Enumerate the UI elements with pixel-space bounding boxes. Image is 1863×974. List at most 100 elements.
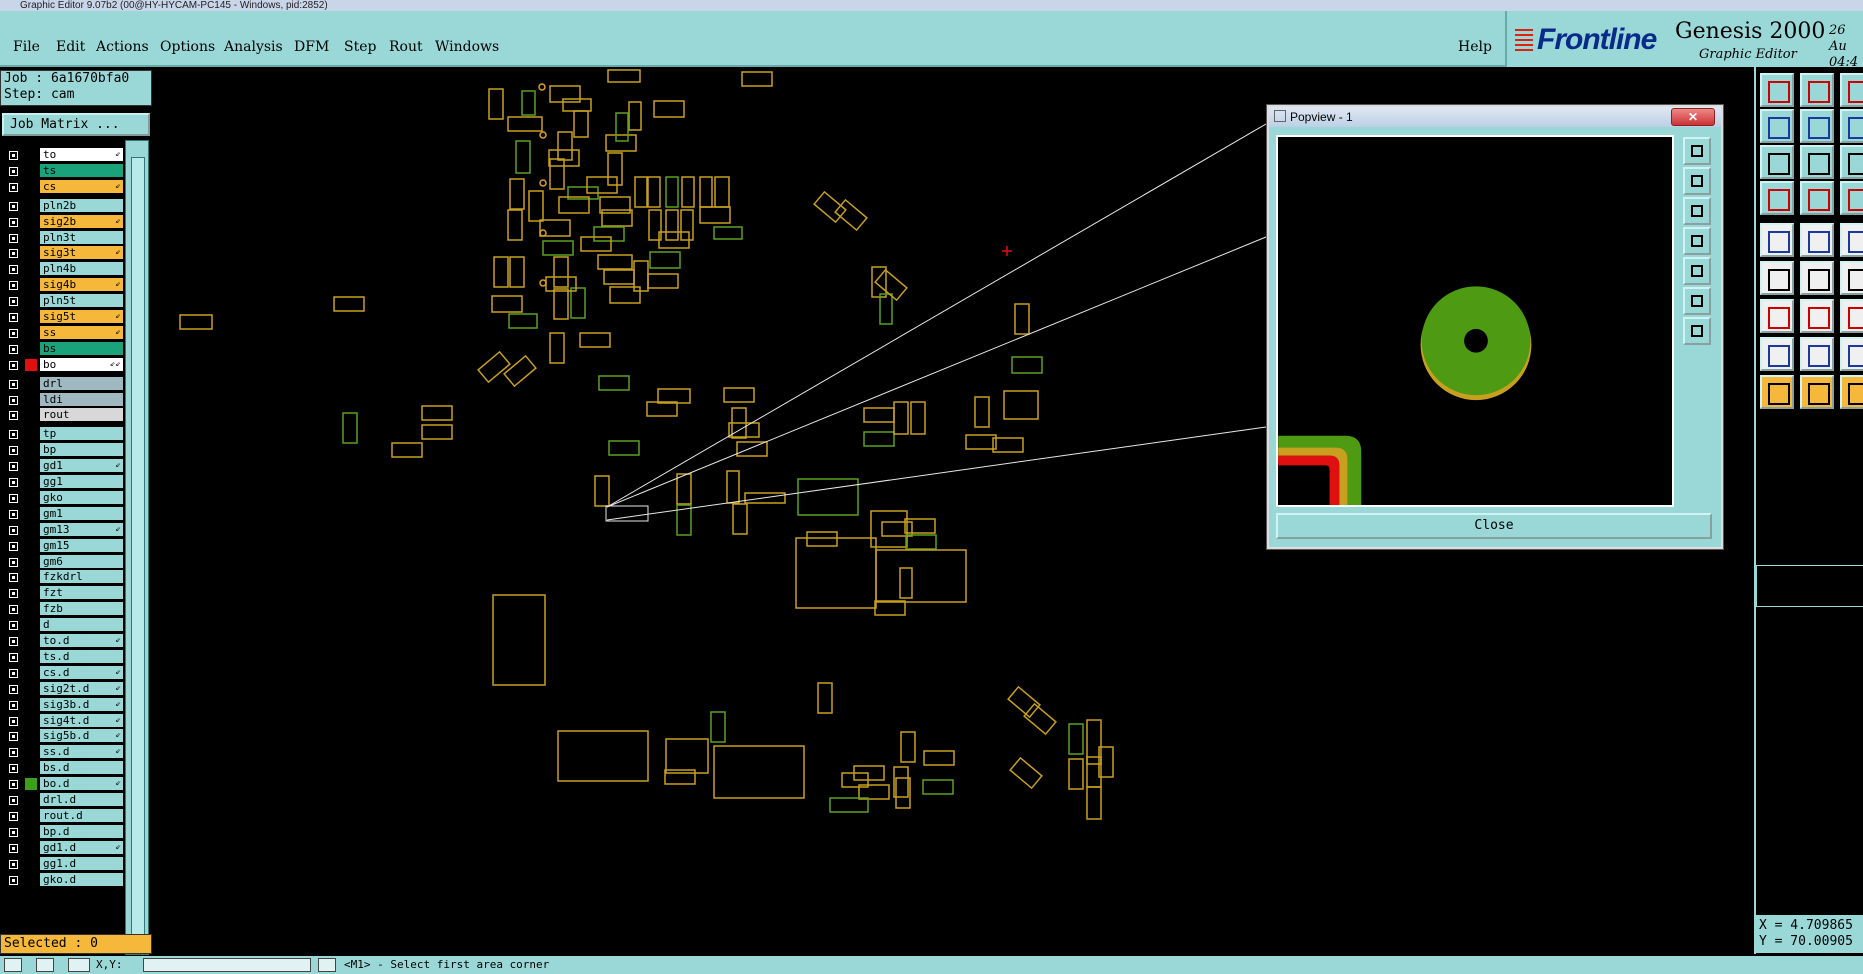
arc-icon[interactable] bbox=[1840, 223, 1863, 257]
pan-left-icon[interactable] bbox=[1683, 227, 1711, 255]
layer-row-ss-d[interactable]: ss.d ⇙ bbox=[3, 745, 123, 759]
zoom-out-icon[interactable] bbox=[1800, 109, 1834, 143]
layer-checkbox[interactable] bbox=[9, 796, 18, 805]
layer-row-gm13[interactable]: gm13 ⇙ bbox=[3, 522, 123, 537]
layer-name[interactable]: bo.d ⇙ bbox=[40, 777, 123, 791]
layer-name[interactable]: gko.d bbox=[40, 872, 123, 886]
layer-row-gd1-d[interactable]: gd1.d ⇙ bbox=[3, 840, 123, 855]
scale-icon[interactable] bbox=[1840, 109, 1863, 143]
layer-name[interactable]: ts bbox=[40, 163, 123, 177]
layer-row-gg1[interactable]: gg1 bbox=[3, 475, 123, 489]
menu-help[interactable]: Help bbox=[1458, 39, 1492, 55]
status-snap-icon[interactable] bbox=[68, 958, 90, 972]
layer-name[interactable]: gko bbox=[40, 490, 123, 504]
layer-row-bo-d[interactable]: bo.d ⇙ bbox=[3, 777, 123, 791]
menu-dfm[interactable]: DFM bbox=[294, 39, 329, 55]
layer-row-bs[interactable]: bs bbox=[3, 341, 123, 356]
layer-name[interactable]: pln3t bbox=[40, 230, 123, 244]
layer-checkbox[interactable] bbox=[9, 573, 18, 583]
fit-icon[interactable] bbox=[1760, 145, 1794, 179]
layer-name[interactable]: gm6 bbox=[40, 554, 123, 568]
layer-row-bp-d[interactable]: bp.d bbox=[3, 824, 123, 839]
triangle-icon[interactable] bbox=[1760, 375, 1794, 409]
layer-row-sig2b[interactable]: sig2b ⇙ bbox=[3, 214, 123, 229]
layer-row-pln2b[interactable]: pln2b bbox=[3, 198, 123, 213]
layer-name[interactable]: drl bbox=[40, 376, 123, 390]
layer-color-swatch[interactable] bbox=[25, 358, 37, 371]
layer-row-ss[interactable]: ss ⇙ bbox=[3, 325, 123, 340]
layer-row-fzb[interactable]: fzb bbox=[3, 602, 123, 616]
layer-name[interactable]: rout.d bbox=[40, 808, 123, 822]
status-toggle-icon[interactable] bbox=[318, 958, 336, 972]
layer-row-pln5t[interactable]: pln5t bbox=[3, 294, 123, 308]
menu-windows[interactable]: Windows bbox=[435, 39, 499, 55]
zoom-fit-icon[interactable] bbox=[1683, 137, 1711, 165]
resize-icon[interactable] bbox=[1840, 337, 1863, 371]
layer-row-gm1[interactable]: gm1 bbox=[3, 506, 123, 521]
layer-row-bo[interactable]: bo ⇙⇙ bbox=[3, 357, 123, 372]
line-icon[interactable] bbox=[1800, 223, 1834, 257]
layer-checkbox[interactable] bbox=[9, 700, 18, 710]
layer-name[interactable]: bs.d bbox=[40, 761, 123, 775]
layer-name[interactable]: sig3b.d ⇙ bbox=[40, 697, 123, 711]
layer-row-rout-d[interactable]: rout.d bbox=[3, 808, 123, 823]
layer-checkbox[interactable] bbox=[9, 151, 18, 160]
layer-checkbox[interactable] bbox=[9, 395, 18, 405]
layer-row-ldi[interactable]: ldi bbox=[3, 392, 123, 407]
layer-checkbox[interactable] bbox=[9, 811, 18, 821]
layer-row-sig2t-d[interactable]: sig2t.d ⇙ bbox=[3, 681, 123, 696]
triangle-edit-icon[interactable] bbox=[1800, 375, 1834, 409]
layer-name[interactable]: tp bbox=[40, 427, 123, 441]
layer-name[interactable]: fzb bbox=[40, 602, 123, 616]
zoom-out-icon[interactable] bbox=[1683, 317, 1711, 345]
layer-row-gko[interactable]: gko bbox=[3, 490, 123, 505]
status-tool-icon[interactable] bbox=[4, 958, 22, 972]
layer-name[interactable]: gm13 ⇙ bbox=[40, 522, 123, 536]
measure-icon[interactable] bbox=[1800, 181, 1834, 215]
close-icon[interactable]: ✕ bbox=[1671, 108, 1715, 126]
zoom-in-icon[interactable] bbox=[1760, 109, 1794, 143]
layer-row-sig4b[interactable]: sig4b ⇙ bbox=[3, 278, 123, 292]
layer-checkbox[interactable] bbox=[9, 281, 18, 291]
zoom-in-icon[interactable] bbox=[1683, 287, 1711, 315]
layer-checkbox[interactable] bbox=[9, 684, 18, 694]
layer-name[interactable]: fzt bbox=[40, 586, 123, 600]
layer-name[interactable]: sig2t.d ⇙ bbox=[40, 681, 123, 695]
layer-row-to[interactable]: to ⇙ bbox=[3, 148, 123, 162]
layer-row-bp[interactable]: bp bbox=[3, 443, 123, 457]
menu-analysis[interactable]: Analysis bbox=[224, 39, 283, 55]
layer-checkbox[interactable] bbox=[9, 411, 18, 421]
layer-row-rout[interactable]: rout bbox=[3, 408, 123, 422]
layer-checkbox[interactable] bbox=[9, 748, 18, 758]
popview-close-button[interactable]: Close bbox=[1276, 513, 1712, 539]
layer-checkbox[interactable] bbox=[9, 462, 18, 472]
layer-checkbox[interactable] bbox=[9, 313, 18, 322]
layer-down-icon[interactable] bbox=[1800, 73, 1834, 107]
layer-name[interactable]: gg1.d bbox=[40, 856, 123, 870]
triangle-fill-icon[interactable] bbox=[1840, 375, 1863, 409]
delete-icon[interactable] bbox=[1800, 261, 1834, 295]
layer-checkbox[interactable] bbox=[9, 478, 18, 487]
layer-name[interactable]: to.d ⇙ bbox=[40, 634, 123, 647]
status-check-icon[interactable] bbox=[36, 958, 54, 972]
layer-name[interactable]: fzkdrl bbox=[40, 570, 123, 584]
curve-icon[interactable] bbox=[1840, 299, 1863, 333]
layer-checkbox[interactable] bbox=[9, 265, 18, 275]
menu-options[interactable]: Options bbox=[160, 39, 215, 55]
layer-name[interactable]: rout bbox=[40, 408, 123, 422]
layer-up-icon[interactable] bbox=[1760, 73, 1794, 107]
layer-checkbox[interactable] bbox=[9, 716, 18, 726]
layer-name[interactable]: drl.d bbox=[40, 793, 123, 806]
layer-name[interactable]: d bbox=[40, 618, 123, 632]
layer-name[interactable]: gg1 bbox=[40, 475, 123, 488]
layer-checkbox[interactable] bbox=[9, 509, 18, 519]
pan-right-icon[interactable] bbox=[1683, 257, 1711, 285]
menu-rout[interactable]: Rout bbox=[389, 39, 423, 55]
layer-checkbox[interactable] bbox=[9, 859, 18, 869]
move-icon[interactable] bbox=[1760, 261, 1794, 295]
layer-name[interactable]: pln4b bbox=[40, 262, 123, 276]
layer-checkbox[interactable] bbox=[9, 217, 18, 227]
snap-icon[interactable] bbox=[1760, 181, 1794, 215]
pan-down-icon[interactable] bbox=[1683, 197, 1711, 225]
layer-checkbox[interactable] bbox=[9, 182, 18, 192]
